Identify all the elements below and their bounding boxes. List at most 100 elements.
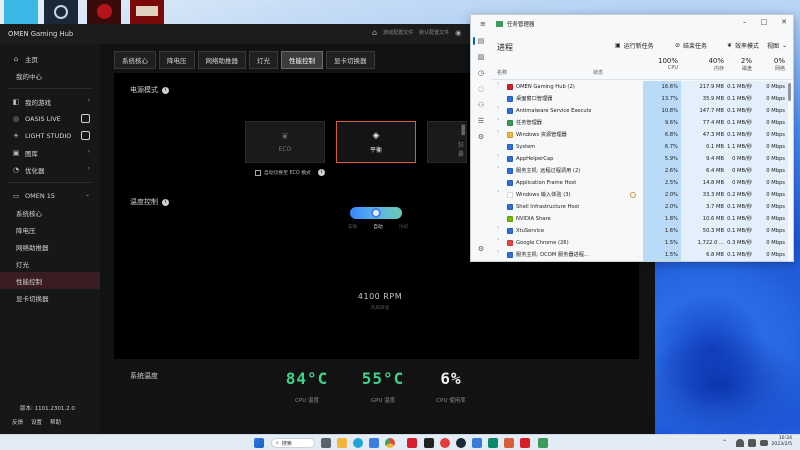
power-mode-performance[interactable]: ▐ 狂暴 xyxy=(427,121,467,163)
sidebar-item-gallery[interactable]: ▣ 图库 › xyxy=(0,144,100,161)
auto-eco-checkbox[interactable]: 自动切换至 ECO 模式 i xyxy=(255,169,325,176)
services-icon[interactable]: ⚙ xyxy=(471,129,491,145)
hamburger-menu-icon[interactable]: ≡ xyxy=(480,20,486,28)
sidebar-item-my-center[interactable]: 我的中心 xyxy=(0,67,100,84)
tab-lighting[interactable]: 灯光 xyxy=(249,51,278,69)
taskbar-search-box[interactable]: ⌕ 搜索 xyxy=(271,438,315,448)
sidebar-item-gpu-switcher[interactable]: 显卡切换器 xyxy=(0,289,100,306)
wifi-icon[interactable] xyxy=(736,439,744,447)
thermal-option-cool[interactable]: 冷却 xyxy=(399,224,408,230)
desktop-shortcut-icon[interactable] xyxy=(4,0,38,24)
expand-chevron-icon[interactable]: › xyxy=(497,249,499,255)
netease-icon[interactable] xyxy=(440,438,450,448)
sidebar-item-performance-control[interactable]: 性能控制 xyxy=(0,272,100,289)
details-icon[interactable]: ☰ xyxy=(471,113,491,129)
sidebar-item-network-booster[interactable]: 网络助推器 xyxy=(0,238,100,255)
tray-chevron-icon[interactable]: ⌃ xyxy=(722,439,730,447)
table-row[interactable]: NVIDIA Share 1.8% 10.6 MB 0.1 MB/秒 0 Mbps xyxy=(491,213,793,225)
table-row[interactable]: › Windows 输入体验 (3) 2.0% 33.3 MB 0.2 MB/秒 0 Mb… xyxy=(491,189,793,201)
home-icon[interactable]: ⌂ xyxy=(372,28,377,37)
col-name-header[interactable]: 名称 xyxy=(497,69,507,76)
expand-chevron-icon[interactable]: › xyxy=(497,129,499,135)
table-row[interactable]: › Antimalware Service Executa... 10.8% 147.… xyxy=(491,105,793,117)
processes-icon[interactable]: ▤ xyxy=(471,33,491,49)
expand-chevron-icon[interactable]: › xyxy=(497,165,499,171)
expand-chevron-icon[interactable]: › xyxy=(497,189,499,195)
tab-system-core[interactable]: 系统核心 xyxy=(114,51,156,69)
edge-icon[interactable] xyxy=(353,438,363,448)
tab-undervolt[interactable]: 降电压 xyxy=(159,51,195,69)
sidebar-item-oasis-live[interactable]: ◎ OASIS LIVE xyxy=(0,110,100,127)
close-button[interactable]: ✕ xyxy=(781,18,787,26)
thermal-option-auto[interactable]: 自动 xyxy=(373,224,382,230)
info-icon[interactable]: i xyxy=(317,169,325,176)
table-row[interactable]: › XtuService 1.6% 50.3 MB 0.1 MB/秒 0 Mbps xyxy=(491,225,793,237)
slider-thumb[interactable] xyxy=(371,208,381,218)
col-network-header[interactable]: 0% 网络 xyxy=(755,57,788,72)
steam-icon[interactable] xyxy=(456,438,466,448)
startup-apps-icon[interactable]: ◌ xyxy=(471,81,491,97)
run-new-task-button[interactable]: ▣ 运行新任务 xyxy=(615,41,654,50)
app-icon[interactable] xyxy=(504,438,514,448)
sidebar-item-omen-15[interactable]: ▭ OMEN 15 ⌄ xyxy=(0,187,100,204)
thermal-mode-slider[interactable] xyxy=(350,207,402,219)
table-row[interactable]: System 6.7% 0.1 MB 1.1 MB/秒 0 Mbps xyxy=(491,141,793,153)
app-icon[interactable] xyxy=(472,438,482,448)
help-link[interactable]: 帮助 xyxy=(50,418,61,426)
start-icon[interactable] xyxy=(254,438,264,448)
sidebar-item-undervolt[interactable]: 降电压 xyxy=(0,221,100,238)
battery-icon[interactable] xyxy=(760,440,768,446)
user-icon[interactable]: ◉ xyxy=(455,29,461,37)
feedback-link[interactable]: 反馈 xyxy=(12,418,23,426)
tab-gpu-switcher[interactable]: 显卡切换器 xyxy=(326,51,375,69)
sidebar-item-light-studio[interactable]: ☀ LIGHT STUDIO xyxy=(0,127,100,144)
maximize-button[interactable]: □ xyxy=(761,18,768,26)
power-mode-balanced[interactable]: ◈ 平衡 xyxy=(336,121,416,163)
col-cpu-header[interactable]: 100% CPU xyxy=(643,57,681,71)
sidebar-item-home[interactable]: ⌂ 主页 xyxy=(0,50,100,67)
table-row[interactable]: › Google Chrome (26) 1.5% 1,722.0 ... 0.3 MB… xyxy=(491,237,793,249)
settings-icon[interactable]: ⚙ xyxy=(471,241,491,257)
sidebar-item-system-core[interactable]: 系统核心 xyxy=(0,204,100,221)
tab-network-booster[interactable]: 网络助推器 xyxy=(197,51,246,69)
expand-chevron-icon[interactable]: › xyxy=(497,225,499,231)
app-history-icon[interactable]: ◷ xyxy=(471,65,491,81)
users-icon[interactable]: ⚇ xyxy=(471,97,491,113)
sidebar-item-my-games[interactable]: ◧ 我的游戏 › xyxy=(0,93,100,110)
app-icon[interactable] xyxy=(520,438,530,448)
expand-chevron-icon[interactable]: › xyxy=(497,237,499,243)
red-dead-redemption-icon[interactable] xyxy=(130,0,164,24)
app-icon[interactable] xyxy=(488,438,498,448)
chrome-icon[interactable] xyxy=(385,438,395,448)
expand-chevron-icon[interactable]: › xyxy=(497,117,499,123)
profile-selector[interactable]: 游戏配置文件 xyxy=(383,29,413,36)
table-row[interactable]: › AppHelperCap 5.9% 9.4 MB 0 MB/秒 0 Mbps xyxy=(491,153,793,165)
steam-icon[interactable] xyxy=(44,0,78,24)
table-row[interactable]: › OMEN Gaming Hub (2) 16.6% 217.9 MB 0.1 MB/… xyxy=(491,81,793,93)
task-manager-taskbar-icon[interactable] xyxy=(538,438,548,448)
taskbar-clock[interactable]: 10:34 2023/2/5 xyxy=(771,436,792,448)
minimize-button[interactable]: – xyxy=(743,18,747,26)
col-disk-header[interactable]: 2% 磁盘 xyxy=(727,57,755,72)
view-menu-button[interactable]: 视图 ⌄ xyxy=(767,41,787,50)
efficiency-mode-button[interactable]: ❦ 效率模式 xyxy=(727,41,759,50)
table-row[interactable]: Application Frame Host 2.5% 14.8 MB 0 MB/秒 0… xyxy=(491,177,793,189)
profile-default[interactable]: 默认配置文件 xyxy=(419,29,449,36)
volume-icon[interactable] xyxy=(748,439,756,447)
expand-chevron-icon[interactable]: › xyxy=(497,81,499,87)
gears-of-war-icon[interactable] xyxy=(87,0,121,24)
table-row[interactable]: › 任务管理器 9.6% 77.4 MB 0.1 MB/秒 0 Mbps xyxy=(491,117,793,129)
xbox-icon[interactable] xyxy=(424,438,434,448)
checkbox[interactable] xyxy=(255,169,261,176)
expand-chevron-icon[interactable]: › xyxy=(497,105,499,111)
task-view-icon[interactable] xyxy=(321,438,331,448)
sidebar-item-lighting[interactable]: 灯光 xyxy=(0,255,100,272)
col-status-header[interactable]: 状态 xyxy=(593,69,603,76)
table-row[interactable]: 桌面窗口管理器 13.7% 35.9 MB 0.1 MB/秒 0 Mbps xyxy=(491,93,793,105)
tab-performance-control[interactable]: 性能控制 xyxy=(281,51,323,69)
info-icon[interactable]: i xyxy=(162,198,169,206)
omen-icon[interactable] xyxy=(407,438,417,448)
end-task-button[interactable]: ⊘ 结束任务 xyxy=(675,41,707,50)
info-icon[interactable]: i xyxy=(162,86,169,94)
expand-chevron-icon[interactable]: › xyxy=(497,153,499,159)
